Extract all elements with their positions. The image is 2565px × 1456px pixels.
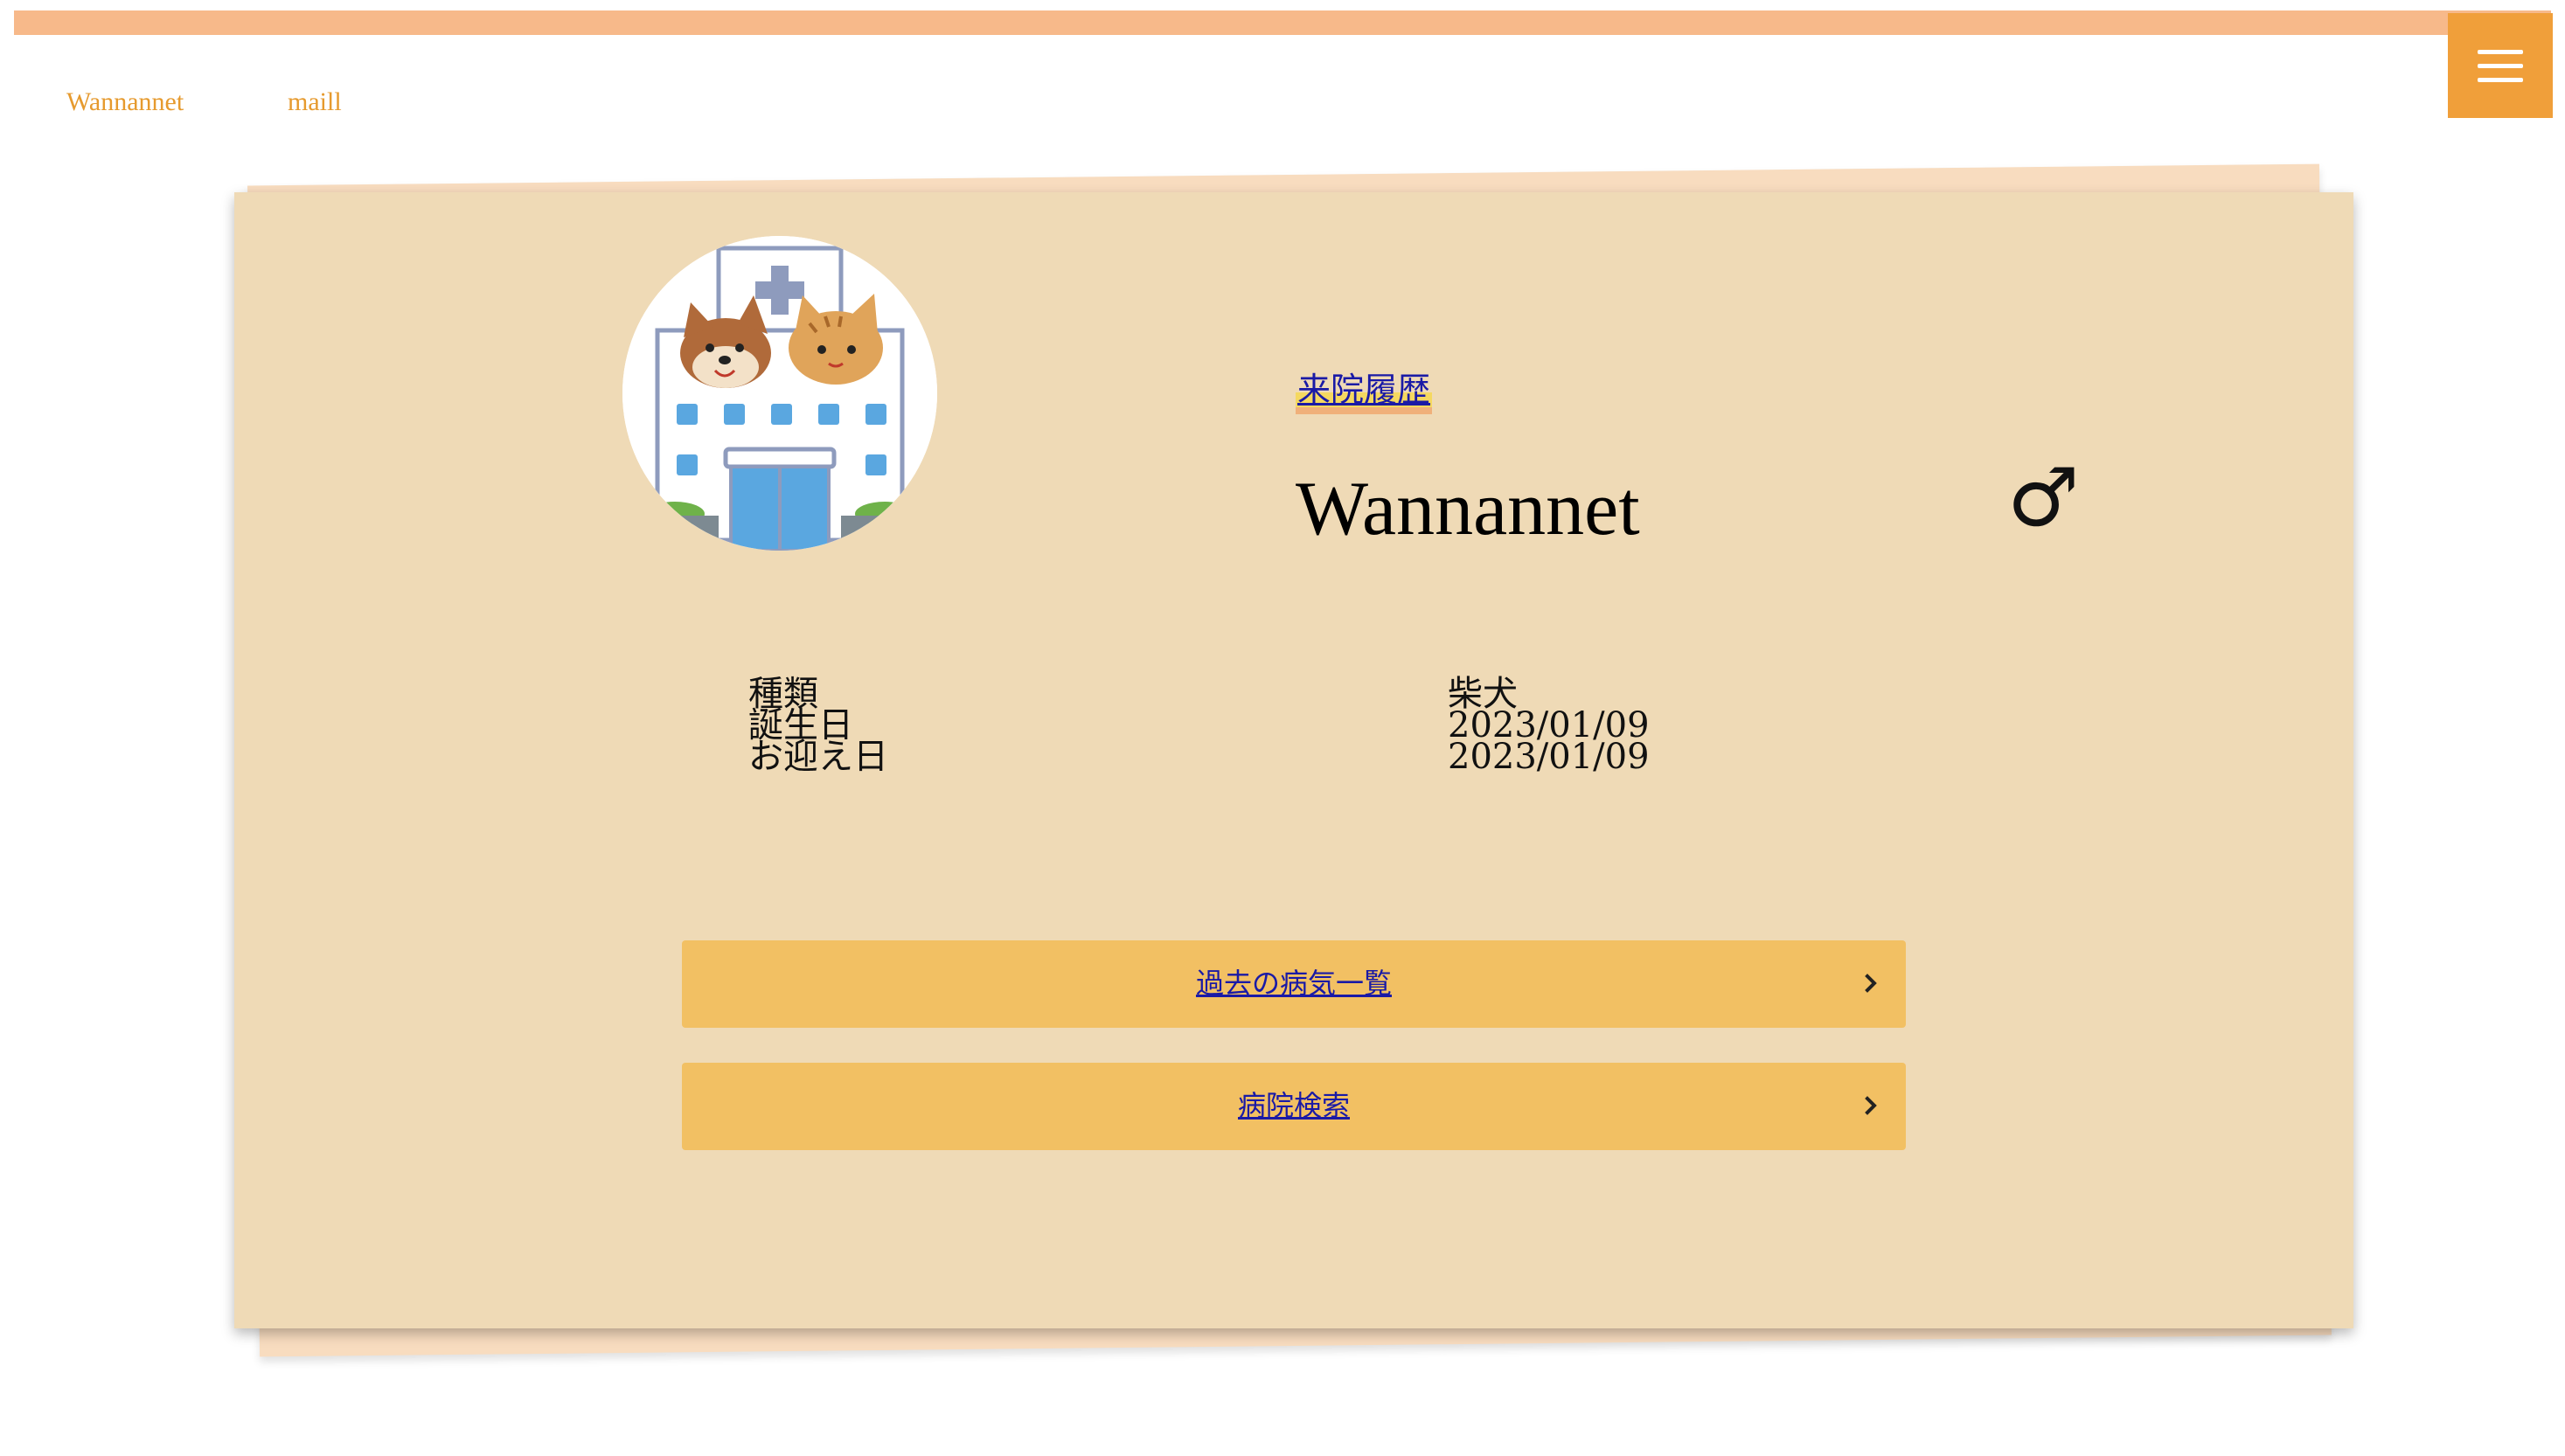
hospital-search-button[interactable]: 病院検索 — [682, 1063, 1906, 1150]
info-value-adoption-date: 2023/01/09 — [1448, 737, 1650, 777]
pet-profile-card: 来院履歴 Wannannet ♂ 種類 誕生日 お迎え日 柴犬 2023/01/… — [234, 192, 2353, 1328]
chevron-right-icon — [1865, 1096, 1877, 1115]
nav-link-home[interactable]: Wannannet — [66, 87, 184, 117]
chevron-right-icon — [1865, 974, 1877, 993]
top-bar — [14, 10, 2551, 35]
visit-history-link[interactable]: 来院履歴 — [1296, 365, 1433, 414]
page: Wannannet maill 来院履歴 Wannannet ♂ 種類 誕生日 … — [0, 0, 2565, 1456]
past-illness-list-link[interactable]: 過去の病気一覧 — [682, 940, 1906, 1026]
pet-info-labels: 種類 誕生日 お迎え日 — [748, 676, 888, 777]
hospital-illustration-avatar — [622, 236, 937, 551]
nav-link-mail[interactable]: maill — [288, 87, 342, 117]
pet-info-values: 柴犬 2023/01/09 2023/01/09 — [1448, 676, 1650, 777]
hospital-search-link[interactable]: 病院検索 — [682, 1063, 1906, 1148]
past-illness-list-button[interactable]: 過去の病気一覧 — [682, 940, 1906, 1028]
male-icon: ♂ — [2007, 451, 2080, 544]
info-label-adoption-date: お迎え日 — [748, 737, 888, 777]
menu-button[interactable] — [2448, 13, 2553, 118]
pet-name: Wannannet — [1296, 467, 1640, 551]
